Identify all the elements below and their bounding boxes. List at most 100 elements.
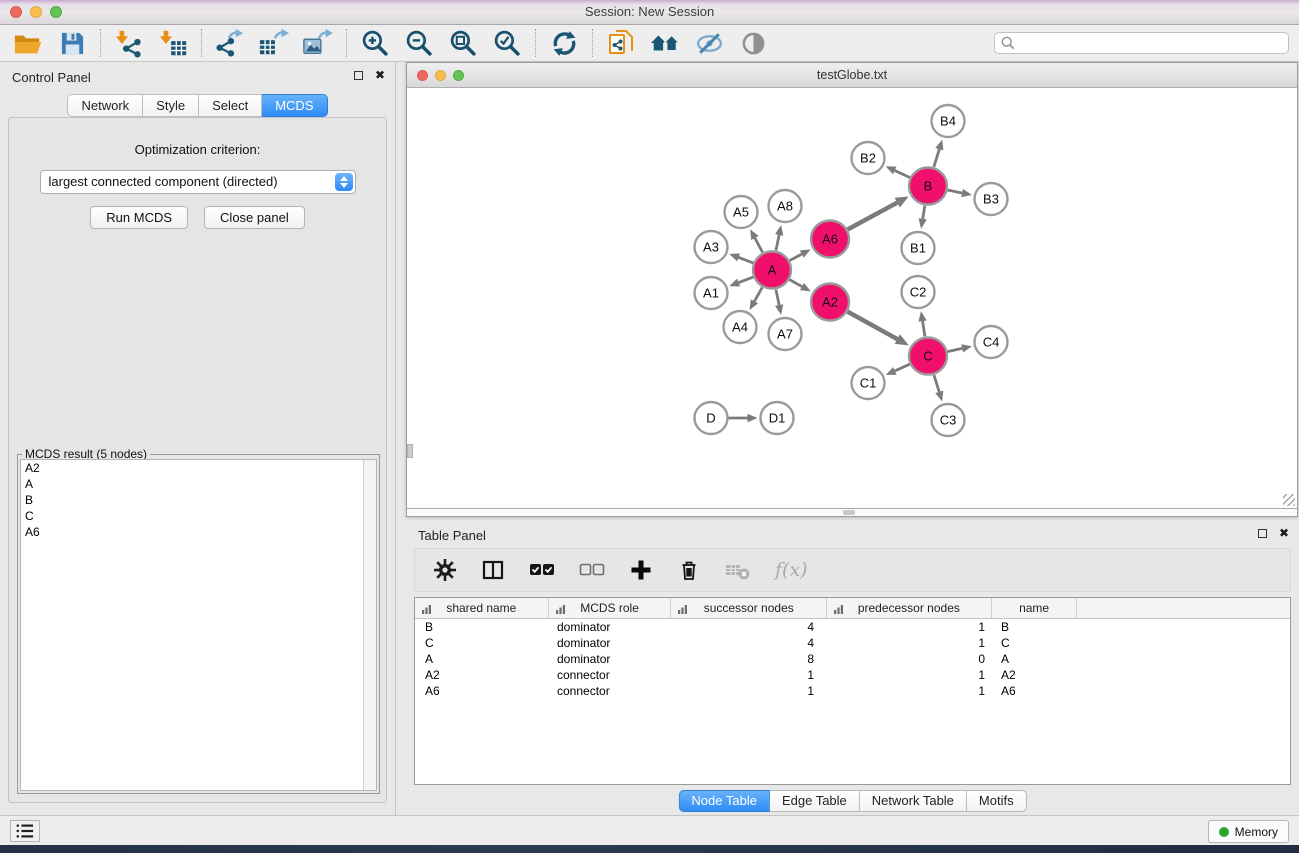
first-neighbors-button[interactable] (647, 27, 683, 59)
resize-grip-icon[interactable] (1283, 494, 1295, 506)
mcds-result-item[interactable]: A (21, 476, 376, 492)
table-row[interactable]: Cdominator41C (415, 635, 1290, 651)
deselect-all-rows-button[interactable] (579, 558, 605, 582)
export-image-button[interactable] (300, 27, 336, 59)
save-session-button[interactable] (54, 27, 90, 59)
tab-motifs[interactable]: Motifs (967, 790, 1027, 812)
maximize-window-button[interactable] (50, 6, 62, 18)
graph-edge-A-A8[interactable] (776, 235, 779, 250)
graph-edge-A2-C[interactable] (848, 312, 898, 339)
graph-edge-A-A4[interactable] (754, 287, 762, 301)
network-hscroll-thumb[interactable] (843, 510, 855, 515)
mcds-result-item[interactable]: B (21, 492, 376, 508)
network-canvas[interactable]: B4B2BB3A5A8A6A3B1AA1C2A2A4A7C4CC1C3DD1 (407, 89, 1297, 508)
show-hidden-button[interactable] (735, 27, 771, 59)
graph-edge-B-B3[interactable] (948, 190, 963, 193)
table-settings-button[interactable] (433, 558, 457, 582)
mcds-result-list[interactable]: A2ABCA6 (20, 459, 377, 791)
network-graph[interactable]: B4B2BB3A5A8A6A3B1AA1C2A2A4A7C4CC1C3DD1 (407, 89, 1297, 508)
mcds-result-scrollbar[interactable] (363, 460, 376, 790)
tab-select[interactable]: Select (199, 94, 262, 117)
column-header-shared-name[interactable]: shared name (415, 598, 549, 618)
graph-edge-A-A7[interactable] (776, 290, 779, 305)
mcds-result-item[interactable]: A2 (21, 460, 376, 476)
search-input[interactable] (1015, 36, 1282, 50)
graph-edge-A6-B[interactable] (848, 203, 898, 230)
table-cell: 0 (828, 651, 993, 667)
zoom-in-button[interactable] (357, 27, 393, 59)
search-box[interactable] (994, 32, 1289, 54)
tab-mcds[interactable]: MCDS (262, 94, 327, 117)
zoom-out-button[interactable] (401, 27, 437, 59)
graph-edge-B-B1[interactable] (923, 206, 925, 219)
tab-network[interactable]: Network (67, 94, 143, 117)
graph-edge-C-C2[interactable] (923, 321, 925, 336)
network-maximize-button[interactable] (453, 70, 464, 81)
delete-column-button[interactable] (677, 558, 701, 582)
network-vertical-scrollbar[interactable] (407, 444, 413, 458)
zoom-selected-button[interactable] (489, 27, 525, 59)
table-row[interactable]: A6connector11A6 (415, 683, 1290, 699)
graph-edge-B-B2[interactable] (895, 170, 910, 177)
criterion-select[interactable]: largest connected component (directed) (40, 170, 356, 194)
table-row[interactable]: Adominator80A (415, 651, 1290, 667)
network-close-button[interactable] (417, 70, 428, 81)
open-session-button[interactable] (10, 27, 46, 59)
graph-edge-A-A2[interactable] (790, 280, 802, 287)
graph-edge-A-A5[interactable] (755, 238, 763, 252)
delete-table-button-disabled (725, 558, 751, 582)
close-table-panel-icon[interactable]: ✖ (1279, 528, 1289, 538)
create-column-button[interactable] (629, 558, 653, 582)
run-mcds-button[interactable]: Run MCDS (90, 206, 188, 229)
export-network-button[interactable] (212, 27, 248, 59)
network-window-titlebar[interactable]: testGlobe.txt (407, 63, 1297, 88)
hide-selected-button[interactable] (691, 27, 727, 59)
task-history-button[interactable] (10, 820, 40, 842)
float-panel-icon[interactable] (354, 71, 363, 80)
column-header-MCDS-role[interactable]: MCDS role (549, 598, 672, 618)
apply-layout-button[interactable] (546, 27, 582, 59)
close-panel-icon[interactable]: ✖ (375, 70, 385, 80)
table-cell: B (415, 619, 549, 635)
column-header-predecessor-nodes[interactable]: predecessor nodes (827, 598, 992, 618)
memory-button[interactable]: Memory (1208, 820, 1289, 843)
table-cell: 4 (672, 635, 828, 651)
plus-icon (629, 558, 653, 582)
tab-style[interactable]: Style (143, 94, 199, 117)
network-minimize-button[interactable] (435, 70, 446, 81)
zoom-fit-button[interactable] (445, 27, 481, 59)
graph-edge-A-A1[interactable] (739, 277, 754, 283)
import-table-button[interactable] (155, 27, 191, 59)
graph-edge-A-A6[interactable] (790, 254, 802, 260)
save-floppy-icon (59, 30, 86, 57)
export-table-button[interactable] (256, 27, 292, 59)
minimize-window-button[interactable] (30, 6, 42, 18)
new-network-from-selection-button[interactable] (603, 27, 639, 59)
column-header-successor-nodes[interactable]: successor nodes (671, 598, 827, 618)
graph-edge-arrowhead (775, 304, 783, 315)
graph-edge-B-B4[interactable] (934, 149, 939, 167)
close-panel-button[interactable]: Close panel (204, 206, 305, 229)
mcds-result-item[interactable]: A6 (21, 524, 376, 540)
graph-node-label: C (923, 349, 932, 364)
table-cell: A6 (415, 683, 549, 699)
graph-node-label: A4 (732, 320, 748, 335)
table-row[interactable]: Bdominator41B (415, 619, 1290, 635)
mcds-result-item[interactable]: C (21, 508, 376, 524)
tab-node-table[interactable]: Node Table (678, 790, 770, 812)
graph-edge-C-C3[interactable] (934, 375, 939, 392)
tab-network-table[interactable]: Network Table (860, 790, 967, 812)
table-row[interactable]: A2connector11A2 (415, 667, 1290, 683)
graph-edge-C-C4[interactable] (948, 348, 963, 351)
tab-edge-table[interactable]: Edge Table (770, 790, 860, 812)
graph-edge-A-A3[interactable] (739, 257, 754, 263)
float-table-panel-icon[interactable] (1258, 529, 1267, 538)
graph-edge-C-C1[interactable] (895, 364, 910, 371)
close-window-button[interactable] (10, 6, 22, 18)
show-columns-button[interactable] (481, 558, 505, 582)
column-header-name[interactable]: name (992, 598, 1078, 618)
select-all-rows-button[interactable] (529, 558, 555, 582)
graph-node-label: A5 (733, 205, 749, 220)
network-horizontal-scrollbar[interactable] (407, 508, 1297, 516)
import-network-button[interactable] (111, 27, 147, 59)
